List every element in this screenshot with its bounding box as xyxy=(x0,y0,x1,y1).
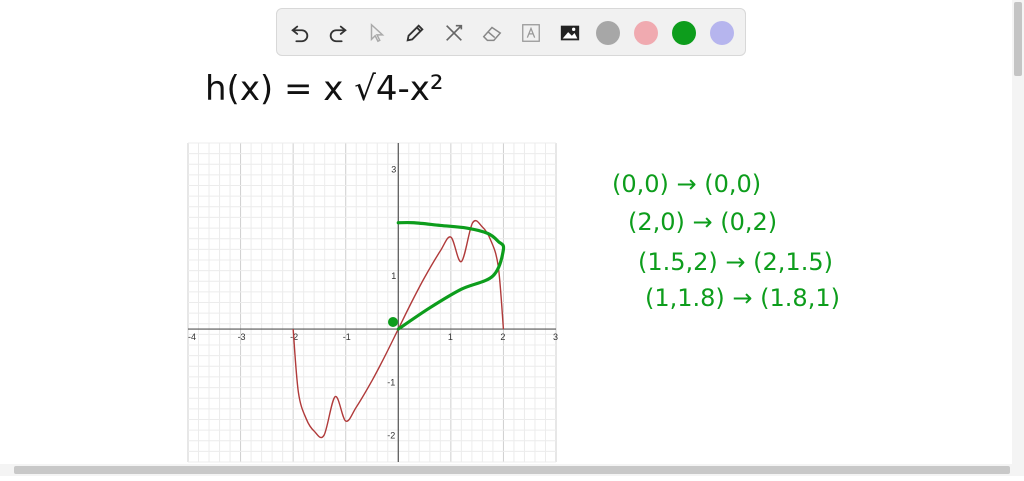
equation-text: h(x) = x √4-x² xyxy=(205,69,444,109)
note-2: (2,0) → (0,2) xyxy=(628,208,777,236)
vertical-scrollbar[interactable] xyxy=(1012,0,1024,464)
x-tick-label: 3 xyxy=(553,332,558,342)
x-tick-label: -3 xyxy=(238,332,246,342)
color-swatch-gray[interactable] xyxy=(596,21,620,45)
x-tick-label: -4 xyxy=(188,332,196,342)
redo-icon[interactable] xyxy=(325,20,351,46)
eraser-icon[interactable] xyxy=(479,20,505,46)
pen-icon[interactable] xyxy=(402,20,428,46)
origin-dot xyxy=(388,317,398,327)
y-tick-label: -1 xyxy=(387,377,395,387)
whiteboard-svg: -4 -3 -2 -1 1 2 331-1-2 h(x) = x √4-x² (0,0) →… xyxy=(187,69,840,463)
tools-icon[interactable] xyxy=(441,20,467,46)
image-icon[interactable] xyxy=(557,20,583,46)
y-tick-label: 1 xyxy=(391,271,396,281)
x-tick-label: 2 xyxy=(500,332,505,342)
color-swatch-green[interactable] xyxy=(672,21,696,45)
note-3: (1.5,2) → (2,1.5) xyxy=(638,248,833,276)
mapping-notes: (0,0) → (0,0) (2,0) → (0,2) (1.5,2) → (2… xyxy=(612,170,840,312)
graph-grid xyxy=(187,142,557,463)
x-tick-label: 1 xyxy=(448,332,453,342)
vertical-scroll-thumb[interactable] xyxy=(1014,2,1022,76)
undo-icon[interactable] xyxy=(287,20,313,46)
y-tick-label: 3 xyxy=(391,165,396,175)
text-icon[interactable] xyxy=(518,20,544,46)
note-4: (1,1.8) → (1.8,1) xyxy=(645,284,840,312)
horizontal-scrollbar[interactable] xyxy=(0,464,1024,476)
x-tick-label: -1 xyxy=(343,332,351,342)
horizontal-scroll-thumb[interactable] xyxy=(14,466,1010,474)
y-tick-label: -2 xyxy=(387,430,395,440)
note-1: (0,0) → (0,0) xyxy=(612,170,761,198)
drawing-toolbar xyxy=(276,8,746,56)
pointer-icon[interactable] xyxy=(364,20,390,46)
whiteboard-canvas[interactable]: -4 -3 -2 -1 1 2 3 3 1 -1 -2 h(x) = x √4-x² (0,0) →… xyxy=(0,0,1024,476)
color-swatch-lavender[interactable] xyxy=(710,21,734,45)
color-swatch-pink[interactable] xyxy=(634,21,658,45)
